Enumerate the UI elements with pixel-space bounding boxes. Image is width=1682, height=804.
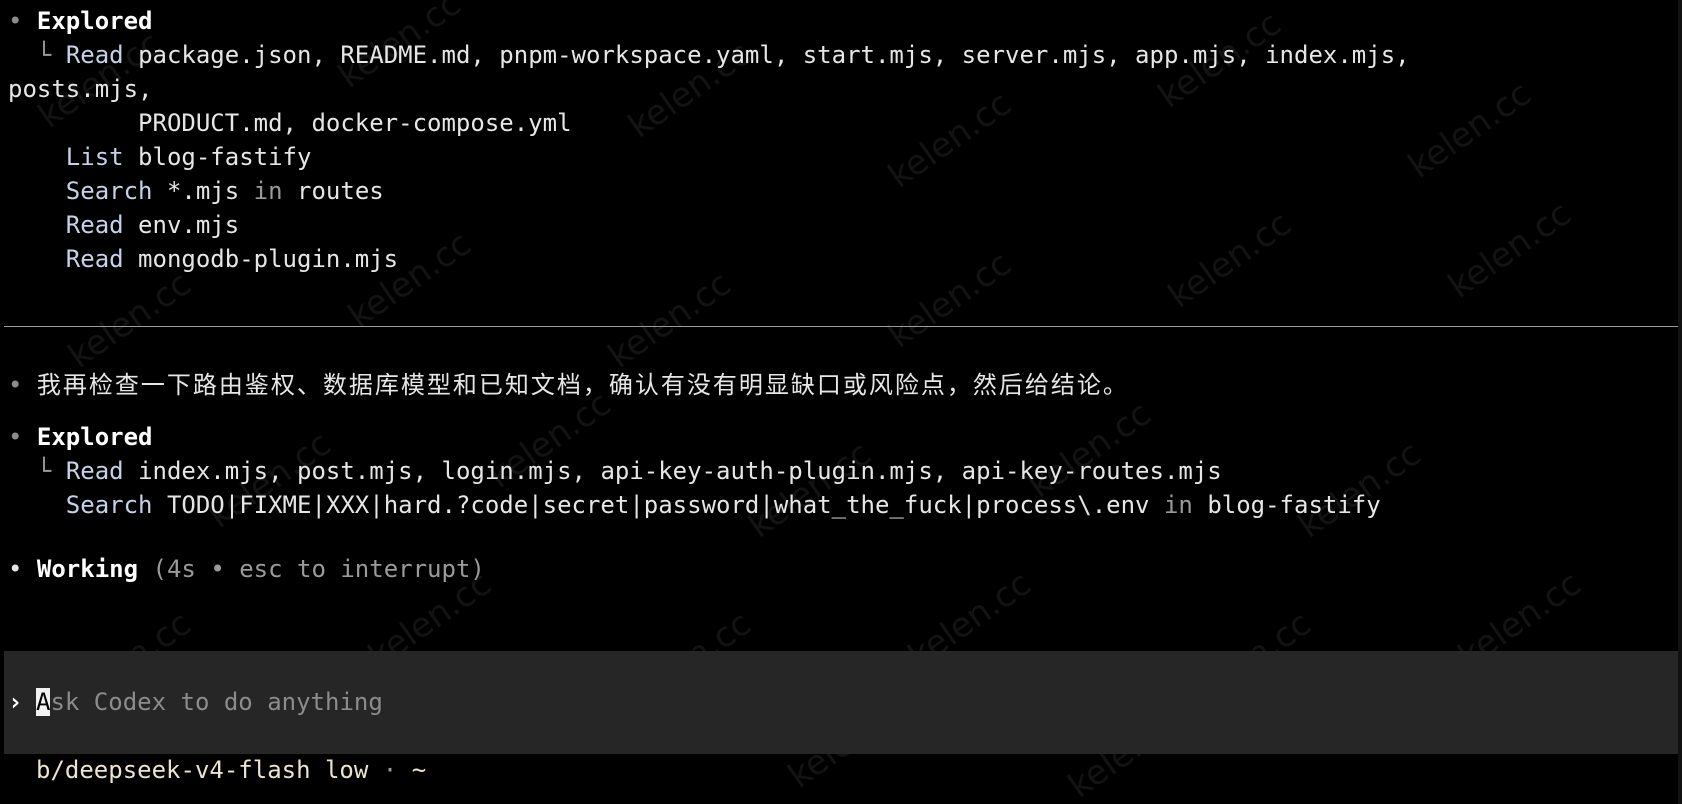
terminal-window: kelen.cc kelen.cc kelen.cc kelen.cc kele… <box>0 0 1682 804</box>
status-footer: b/deepseek-v4-flash low · ~ <box>36 753 426 787</box>
text-cursor: A <box>36 688 51 716</box>
search-verb: Search <box>65 491 153 519</box>
read-verb: Read <box>65 211 124 239</box>
watermark-text: kelen.cc <box>1401 73 1539 187</box>
read-file-list: PRODUCT.md, docker-compose.yml <box>138 109 572 137</box>
explored-header-1: • Explored <box>8 4 153 38</box>
watermark-text: kelen.cc <box>601 263 739 377</box>
read-file: mongodb-plugin.mjs <box>138 245 399 273</box>
working-status: • Working (4s • esc to interrupt) <box>8 552 485 586</box>
explored-read-line-wrap: posts.mjs, <box>8 72 153 106</box>
read-verb: Read <box>65 41 124 69</box>
bullet-icon: • <box>8 371 23 399</box>
footer-separator: · <box>382 756 398 784</box>
agent-message: • 我再检查一下路由鉴权、数据库模型和已知文档，确认有没有明显缺口或风险点，然后… <box>8 368 1129 402</box>
explored-search-line: Search TODO|FIXME|XXX|hard.?code|secret|… <box>8 488 1381 522</box>
bullet-icon: • <box>8 7 23 35</box>
watermark-text: kelen.cc <box>881 83 1019 197</box>
read-file-list: index.mjs, post.mjs, login.mjs, api-key-… <box>138 457 1222 485</box>
prompt-placeholder: sk Codex to do anything <box>50 688 383 716</box>
working-directory: ~ <box>411 756 427 784</box>
read-file: env.mjs <box>138 211 240 239</box>
prompt-input[interactable]: Ask Codex to do anything <box>36 685 383 719</box>
watermark-text: kelen.cc <box>61 263 199 377</box>
search-pattern: *.mjs <box>166 177 240 205</box>
read-verb: Read <box>65 245 124 273</box>
bullet-icon: • <box>8 423 23 451</box>
explored-read-line: └ Read package.json, README.md, pnpm-wor… <box>8 38 1410 72</box>
explored-read-env-line: Read env.mjs <box>8 208 239 242</box>
explored-header-2: • Explored <box>8 420 153 454</box>
list-verb: List <box>65 143 124 171</box>
window-edge <box>1678 0 1682 804</box>
search-target: routes <box>297 177 384 205</box>
watermark-text: kelen.cc <box>1161 203 1299 317</box>
explored-search-line: Search *.mjs in routes <box>8 174 384 208</box>
working-status-text: (4s • esc to interrupt) <box>152 555 485 583</box>
tree-branch-icon: └ <box>36 41 52 69</box>
tree-branch-icon: └ <box>36 457 52 485</box>
search-target: blog-fastify <box>1207 491 1381 519</box>
bullet-icon: • <box>8 555 23 583</box>
explored-read-line: └ Read index.mjs, post.mjs, login.mjs, a… <box>8 454 1222 488</box>
explored-read-line-cont: PRODUCT.md, docker-compose.yml <box>8 106 572 140</box>
model-label: b/deepseek-v4-flash low <box>36 756 369 784</box>
explored-list-line: List blog-fastify <box>8 140 312 174</box>
section-divider <box>4 326 1680 327</box>
read-file-list: package.json, README.md, pnpm-workspace.… <box>138 41 1410 69</box>
search-in-keyword: in <box>1163 491 1193 519</box>
watermark-text: kelen.cc <box>881 243 1019 357</box>
watermark-text: kelen.cc <box>1441 193 1579 307</box>
agent-message-text: 我再检查一下路由鉴权、数据库模型和已知文档，确认有没有明显缺口或风险点，然后给结… <box>36 371 1129 399</box>
explored-read-mongo-line: Read mongodb-plugin.mjs <box>8 242 398 276</box>
watermark-text: kelen.cc <box>341 223 479 337</box>
prompt-chevron-icon: › <box>8 688 23 716</box>
explored-title: Explored <box>36 423 153 451</box>
read-file-list: posts.mjs, <box>8 75 153 103</box>
search-pattern: TODO|FIXME|XXX|hard.?code|secret|passwor… <box>166 491 1150 519</box>
explored-title: Explored <box>36 7 153 35</box>
read-verb: Read <box>65 457 124 485</box>
search-verb: Search <box>65 177 153 205</box>
working-label: Working <box>36 555 139 583</box>
search-in-keyword: in <box>253 177 283 205</box>
list-target: blog-fastify <box>138 143 312 171</box>
